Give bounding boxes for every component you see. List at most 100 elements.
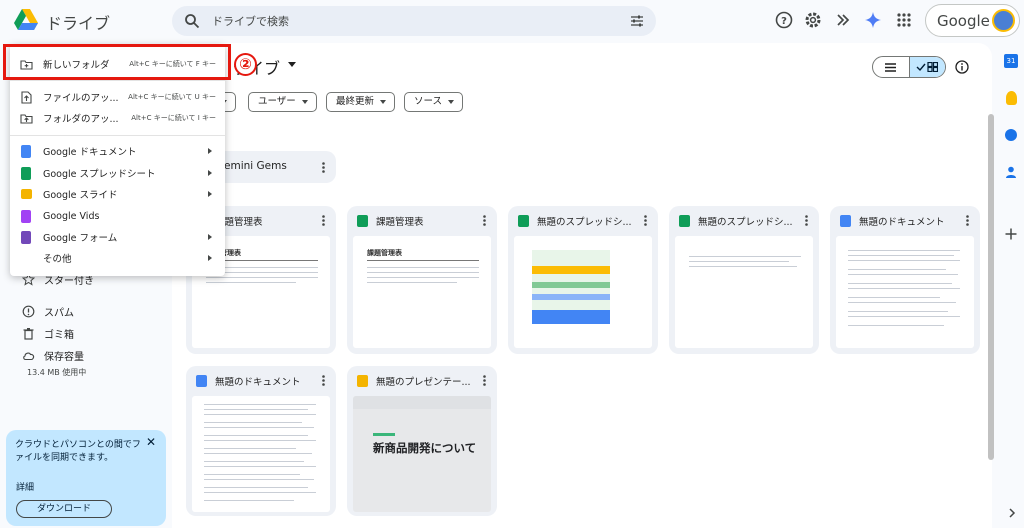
account-label: Google bbox=[937, 12, 990, 30]
menu-item-google-docs[interactable]: Google ドキュメント bbox=[10, 140, 225, 162]
sidebar-item-storage[interactable]: 保存容量 bbox=[22, 348, 84, 363]
chevron-right-icon[interactable] bbox=[1007, 508, 1017, 518]
file-card[interactable]: 無題のドキュメント bbox=[186, 366, 336, 516]
docs-icon bbox=[21, 144, 31, 158]
apps-grid-icon[interactable] bbox=[895, 11, 913, 29]
menu-item-more[interactable]: その他 bbox=[10, 247, 225, 269]
submenu-arrow-icon bbox=[208, 255, 212, 261]
sync-promo-message: クラウドとパソコンとの間でファイルを同期できます。 bbox=[15, 440, 141, 463]
file-card[interactable]: 課題管理表 課題管理表 bbox=[347, 206, 497, 354]
menu-item-google-forms[interactable]: Google フォーム bbox=[10, 226, 225, 248]
grid-view-button[interactable] bbox=[908, 57, 945, 77]
gemini-sidepanel-icon[interactable] bbox=[834, 11, 852, 29]
sidebar-item-label: スパム bbox=[44, 308, 74, 319]
file-thumbnail bbox=[514, 236, 652, 348]
file-card[interactable]: 無題のドキュメント bbox=[830, 206, 980, 354]
menu-item-label: Google Vids bbox=[43, 210, 100, 222]
search-input[interactable]: ドライブで検索 bbox=[212, 13, 289, 29]
contacts-icon[interactable] bbox=[1004, 165, 1018, 179]
more-vert-icon[interactable] bbox=[322, 375, 325, 386]
sync-promo-card: クラウドとパソコンとの間でファイルを同期できます。 ✕ 詳細 ダウンロード bbox=[6, 430, 166, 526]
sync-promo-details-link[interactable]: 詳細 bbox=[16, 480, 34, 493]
list-view-icon bbox=[885, 62, 897, 72]
cloud-icon bbox=[23, 352, 35, 361]
more-vert-icon[interactable] bbox=[322, 162, 325, 173]
vids-icon bbox=[21, 209, 31, 223]
file-card[interactable]: 無題のプレゼンテー... 新商品開発について bbox=[347, 366, 497, 516]
submenu-arrow-icon bbox=[208, 148, 212, 154]
search-options-icon[interactable] bbox=[630, 14, 644, 28]
gemini-sparkle-icon[interactable] bbox=[864, 11, 882, 29]
more-vert-icon[interactable] bbox=[966, 215, 969, 226]
file-thumbnail bbox=[836, 236, 974, 348]
file-title: 課題管理表 bbox=[376, 217, 424, 228]
menu-item-label: Google スプレッドシート bbox=[43, 169, 156, 180]
close-icon[interactable]: ✕ bbox=[146, 435, 156, 449]
search-icon[interactable] bbox=[184, 13, 200, 29]
menu-divider bbox=[10, 80, 225, 81]
slides-icon bbox=[357, 375, 368, 387]
menu-item-google-vids[interactable]: Google Vids bbox=[10, 205, 225, 227]
file-title: 無題のスプレッドシ... bbox=[537, 217, 632, 228]
menu-item-label: Google フォーム bbox=[43, 233, 118, 244]
menu-item-google-sheets[interactable]: Google スプレッドシート bbox=[10, 162, 225, 184]
docs-icon bbox=[840, 215, 851, 227]
download-button[interactable]: ダウンロード bbox=[16, 500, 112, 518]
step-number-badge: ② bbox=[234, 53, 257, 76]
file-title: 課題管理表 bbox=[215, 217, 263, 228]
menu-item-label: ファイルのアッ... bbox=[43, 93, 119, 104]
gemini-gems-label: emini Gems bbox=[224, 160, 287, 172]
submenu-arrow-icon bbox=[208, 191, 212, 197]
sidebar-item-label: ゴミ箱 bbox=[44, 330, 74, 341]
sidebar-item-trash[interactable]: ゴミ箱 bbox=[22, 326, 74, 341]
more-vert-icon[interactable] bbox=[322, 215, 325, 226]
sheets-icon bbox=[518, 215, 529, 227]
tasks-icon[interactable] bbox=[1005, 129, 1017, 141]
submenu-arrow-icon bbox=[208, 234, 212, 240]
file-thumbnail: 課題管理表 bbox=[353, 236, 491, 348]
menu-item-label: Google スライド bbox=[43, 190, 118, 201]
list-view-button[interactable] bbox=[873, 57, 909, 77]
menu-item-label: その他 bbox=[43, 254, 72, 265]
account-button[interactable]: Google bbox=[925, 4, 1020, 37]
file-thumbnail bbox=[675, 236, 813, 348]
help-icon[interactable]: ? bbox=[775, 11, 793, 29]
file-card[interactable]: 無題のスプレッドシ... bbox=[508, 206, 658, 354]
filter-user[interactable]: ユーザー bbox=[248, 92, 317, 112]
storage-usage-text: 13.4 MB 使用中 bbox=[27, 368, 87, 377]
view-toggle[interactable] bbox=[872, 56, 946, 78]
sidebar-item-spam[interactable]: スパム bbox=[22, 304, 74, 319]
filter-modified[interactable]: 最終更新 bbox=[326, 92, 396, 112]
scrollbar[interactable] bbox=[988, 114, 994, 460]
svg-text:?: ? bbox=[781, 16, 787, 27]
more-vert-icon[interactable] bbox=[483, 215, 486, 226]
add-icon[interactable] bbox=[1004, 227, 1018, 241]
more-vert-icon[interactable] bbox=[805, 215, 808, 226]
menu-item-file-upload[interactable]: ファイルのアッ... Alt+C キーに続いて U キー bbox=[10, 86, 225, 108]
menu-item-folder-upload[interactable]: フォルダのアッ... Alt+C キーに続いて I キー bbox=[10, 107, 225, 129]
menu-item-shortcut: Alt+C キーに続いて U キー bbox=[128, 93, 216, 101]
keep-icon[interactable] bbox=[1006, 91, 1017, 105]
app-title: ドライブ bbox=[46, 14, 111, 33]
calendar-icon[interactable]: 31 bbox=[1004, 54, 1018, 68]
forms-icon bbox=[21, 230, 31, 244]
menu-item-shortcut: Alt+C キーに続いて I キー bbox=[131, 114, 216, 122]
chevron-down-icon[interactable] bbox=[288, 62, 296, 68]
more-vert-icon[interactable] bbox=[483, 375, 486, 386]
file-card[interactable]: 無題のスプレッドシ... bbox=[669, 206, 819, 354]
sheets-icon bbox=[357, 215, 368, 227]
menu-divider bbox=[10, 135, 225, 136]
menu-item-google-slides[interactable]: Google スライド bbox=[10, 183, 225, 205]
file-upload-icon bbox=[21, 90, 32, 104]
info-icon[interactable] bbox=[955, 60, 969, 74]
thumbnail-title: 新商品開発について bbox=[373, 441, 477, 455]
filter-source[interactable]: ソース bbox=[404, 92, 464, 112]
file-thumbnail: 新商品開発について bbox=[353, 396, 491, 512]
settings-gear-icon[interactable] bbox=[804, 11, 822, 29]
file-title: 無題のプレゼンテー... bbox=[376, 377, 471, 388]
search-bar[interactable]: ドライブで検索 bbox=[172, 6, 656, 36]
drive-logo-icon[interactable] bbox=[14, 9, 38, 31]
more-vert-icon[interactable] bbox=[644, 215, 647, 226]
menu-item-label: Google ドキュメント bbox=[43, 147, 137, 158]
file-title: 無題のスプレッドシ... bbox=[698, 217, 793, 228]
